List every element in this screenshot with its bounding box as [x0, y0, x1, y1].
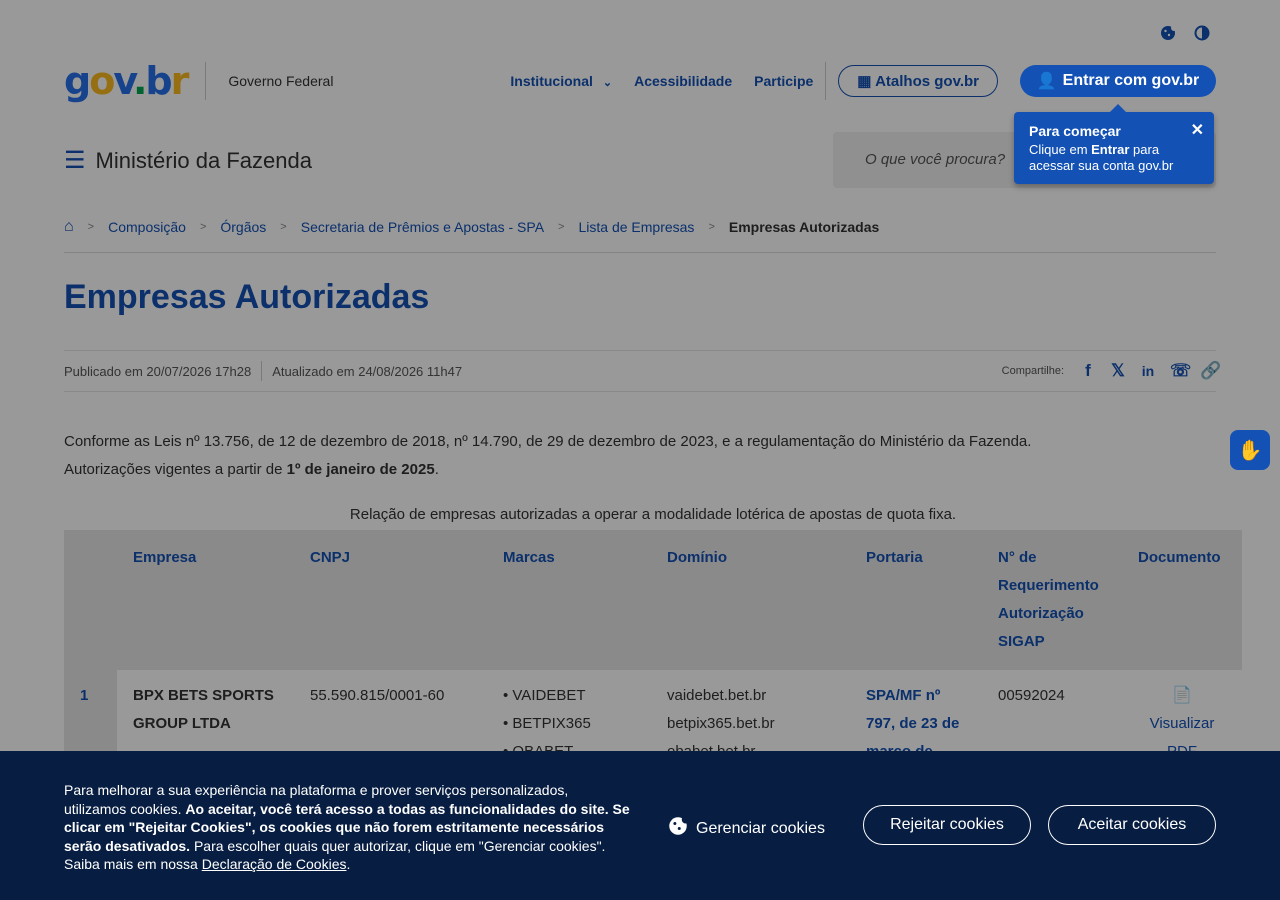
- manage-cookies-button[interactable]: Gerenciar cookies: [668, 816, 825, 841]
- tooltip-title: Para começar: [1029, 123, 1121, 139]
- manage-cookies-label: Gerenciar cookies: [696, 819, 825, 837]
- tooltip-body: Clique em Entrar para acessar sua conta …: [1029, 142, 1199, 174]
- cookie-declaration-link[interactable]: Declaração de Cookies: [202, 856, 347, 872]
- entrar-label: Entrar com gov.br: [1062, 72, 1200, 89]
- sign-language-icon: ✋: [1237, 439, 1263, 462]
- close-icon[interactable]: ✕: [1191, 120, 1204, 140]
- cookie-text-end: .: [346, 856, 351, 872]
- vlibras-button[interactable]: ✋: [1230, 430, 1270, 470]
- cookie-banner: Para melhorar a sua experiência na plata…: [0, 751, 1280, 900]
- tooltip-bold: Entrar: [1091, 142, 1130, 157]
- cookie-icon: [668, 816, 690, 841]
- cookie-text: Para melhorar a sua experiência na plata…: [64, 781, 634, 874]
- tooltip-prefix: Clique em: [1029, 142, 1092, 157]
- login-tooltip: Para começar Clique em Entrar para acess…: [1014, 104, 1214, 184]
- entrar-button[interactable]: 👤 Entrar com gov.br: [1020, 65, 1216, 97]
- accept-cookies-button[interactable]: Aceitar cookies: [1048, 805, 1216, 845]
- reject-cookies-button[interactable]: Rejeitar cookies: [863, 805, 1031, 845]
- user-icon: 👤: [1036, 73, 1057, 90]
